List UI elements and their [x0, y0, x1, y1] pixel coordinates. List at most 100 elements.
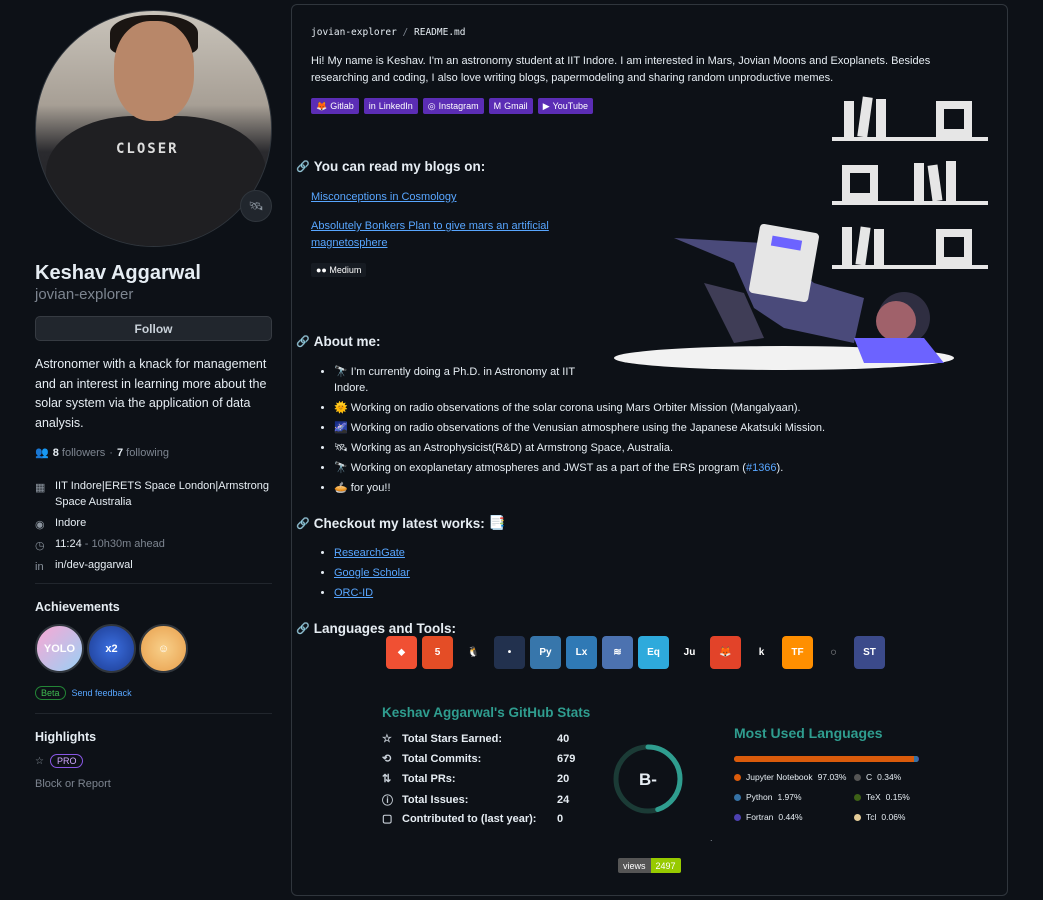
pytorch-icon[interactable]: ◌	[818, 636, 849, 669]
linkedin-shield[interactable]: in LinkedIn	[363, 98, 418, 114]
people-icon: 👥	[35, 447, 49, 459]
languages-title: Most Used Languages	[734, 725, 883, 741]
youtube-shield[interactable]: ▶ YouTube	[537, 98, 593, 114]
divider	[35, 713, 272, 714]
works-heading: 🔗 Checkout my latest works: 📑	[296, 515, 506, 531]
list-item: 🛰 Working as an Astrophysicist(R&D) at A…	[334, 440, 825, 456]
anchor-link-icon[interactable]: 🔗	[296, 622, 310, 635]
sastrano-icon[interactable]: ST	[854, 636, 885, 669]
lang-c: C 0.34%	[854, 772, 901, 782]
gitlab-shield[interactable]: 🦊 Gitlab	[311, 98, 359, 114]
blogs-heading: 🔗 You can read my blogs on:	[296, 159, 486, 174]
telescope-icon: 🔭	[334, 462, 348, 474]
profile-bio: Astronomer with a knack for management a…	[35, 357, 267, 430]
medium-badge[interactable]: ●● Medium	[311, 263, 367, 277]
git-icon[interactable]: ⬥	[386, 636, 417, 669]
profile-login: jovian-explorer	[35, 286, 134, 303]
tools-heading: 🔗 Languages and Tools:	[296, 621, 456, 636]
shark-badge[interactable]: x2	[87, 624, 136, 673]
readme-path: jovian-explorer / README.md	[311, 27, 465, 38]
galaxy-icon: 🌌	[334, 422, 348, 434]
readme-intro: Hi! My name is Keshav. I'm an astronomy …	[311, 55, 931, 84]
languages-card: Most Used Languages Jupyter Notebook 97.…	[734, 725, 919, 822]
avatar-face	[114, 21, 194, 121]
avatar[interactable]: CLOSER	[35, 10, 272, 247]
julia-icon[interactable]: Ju	[674, 636, 705, 669]
seaborn-icon[interactable]: ≋	[602, 636, 633, 669]
list-item: Google Scholar	[334, 565, 410, 581]
achievements-heading[interactable]: Achievements	[35, 600, 120, 614]
yolo-badge[interactable]: YOLO	[35, 624, 84, 673]
sun-icon: 🌞	[334, 402, 348, 414]
kotlin-icon[interactable]: k	[746, 636, 777, 669]
lang-tcl: Tcl 0.06%	[854, 812, 906, 822]
star-icon: ☆	[35, 755, 44, 767]
python-icon[interactable]: Py	[530, 636, 561, 669]
company-text: IIT Indore|ERETS Space London|Armstrong …	[55, 480, 270, 508]
cowboy-badge[interactable]: ☺	[139, 624, 188, 673]
youtube-icon: ▶	[542, 100, 550, 111]
gmail-shield[interactable]: M Gmail	[488, 98, 533, 114]
history-icon: ⟲	[382, 753, 392, 765]
tools-row: ⬥ 5 🐧 • Py Lx ≋ Eq Ju 🦊 k TF ◌ ST	[386, 636, 885, 669]
achievement-badges: YOLO x2 ☺	[35, 624, 188, 673]
following-link[interactable]: 7 following	[117, 447, 169, 459]
stat-contributed: ▢ Contributed to (last year): 0	[382, 812, 564, 826]
eureqa-icon[interactable]: Eq	[638, 636, 669, 669]
languages-bar	[734, 756, 919, 762]
works-list: ResearchGate Google Scholar ORC-ID	[334, 545, 410, 605]
avatar-shirt-text: CLOSER	[116, 141, 179, 157]
stat-issues: ⓘ Total Issues: 24	[382, 794, 570, 807]
issue-icon: ⓘ	[382, 795, 393, 807]
social-shields: 🦊 Gitlab in LinkedIn ◎ Instagram M Gmail ▶ Yo…	[311, 98, 611, 114]
location-text: Indore	[55, 517, 87, 529]
anchor-link-icon[interactable]: 🔗	[296, 517, 310, 530]
satellite-icon: 🛰	[334, 442, 348, 454]
google-scholar-link[interactable]: Google Scholar	[334, 567, 410, 579]
instagram-icon: ◎	[427, 100, 436, 111]
lang-python: Python 1.97%	[734, 792, 802, 802]
block-report-link[interactable]: Block or Report	[35, 778, 111, 790]
list-item: 🔭 I’m currently doing a Ph.D. in Astrono…	[334, 364, 584, 396]
divider	[35, 583, 272, 584]
anchor-link-icon[interactable]: 🔗	[296, 335, 310, 348]
avatar-shirt	[46, 116, 266, 246]
readme-owner[interactable]: jovian-explorer	[311, 27, 397, 38]
latex-icon[interactable]: Lx	[566, 636, 597, 669]
stat-prs: ⇅ Total PRs: 20	[382, 772, 570, 786]
anchor-link-icon[interactable]: 🔗	[296, 160, 310, 173]
highlights-heading: Highlights	[35, 730, 97, 744]
list-item: 🔭 Working on exoplanetary atmospheres an…	[334, 460, 825, 476]
tensorflow-icon[interactable]: TF	[782, 636, 813, 669]
company-row: ▦ IIT Indore|ERETS Space London|Armstron…	[35, 478, 272, 510]
lang-tex: TeX 0.15%	[854, 792, 910, 802]
linux-icon[interactable]: 🐧	[458, 636, 489, 669]
researchgate-link[interactable]: ResearchGate	[334, 547, 405, 559]
ers-program-link[interactable]: #1366	[746, 462, 777, 474]
list-item: 🌞 Working on radio observations of the s…	[334, 400, 825, 416]
status-satellite-icon[interactable]: 🛰	[240, 190, 272, 222]
instagram-shield[interactable]: ◎ Instagram	[422, 98, 484, 114]
telescope-icon: 🔭	[334, 366, 348, 378]
ros-icon[interactable]: •	[494, 636, 525, 669]
linkedin-link[interactable]: in/dev-aggarwal	[55, 557, 133, 573]
list-item: ORC-ID	[334, 585, 410, 601]
list-item: 🌌 Working on radio observations of the V…	[334, 420, 825, 436]
grade-text: B-	[639, 770, 657, 789]
html5-icon[interactable]: 5	[422, 636, 453, 669]
blog-link-cosmology[interactable]: Misconceptions in Cosmology	[311, 189, 566, 206]
linkedin-row[interactable]: in in/dev-aggarwal	[35, 557, 272, 573]
location-icon: ◉	[35, 519, 45, 531]
about-list: 🔭 I’m currently doing a Ph.D. in Astrono…	[334, 364, 825, 500]
gitlab-icon[interactable]: 🦊	[710, 636, 741, 669]
language-bar-segment	[734, 756, 914, 762]
readme-panel: jovian-explorer / README.md Hi! My name …	[291, 4, 1008, 896]
reading-illustration	[614, 96, 988, 370]
follow-button[interactable]: Follow	[35, 316, 272, 341]
followers-link[interactable]: 8 followers	[53, 447, 106, 459]
send-feedback-link[interactable]: Send feedback	[72, 688, 132, 698]
orcid-link[interactable]: ORC-ID	[334, 587, 373, 599]
blog-link-magnetosphere[interactable]: Absolutely Bonkers Plan to give mars an …	[311, 218, 566, 252]
pro-badge[interactable]: PRO	[49, 754, 84, 768]
views-badge: views 2497	[618, 858, 681, 873]
